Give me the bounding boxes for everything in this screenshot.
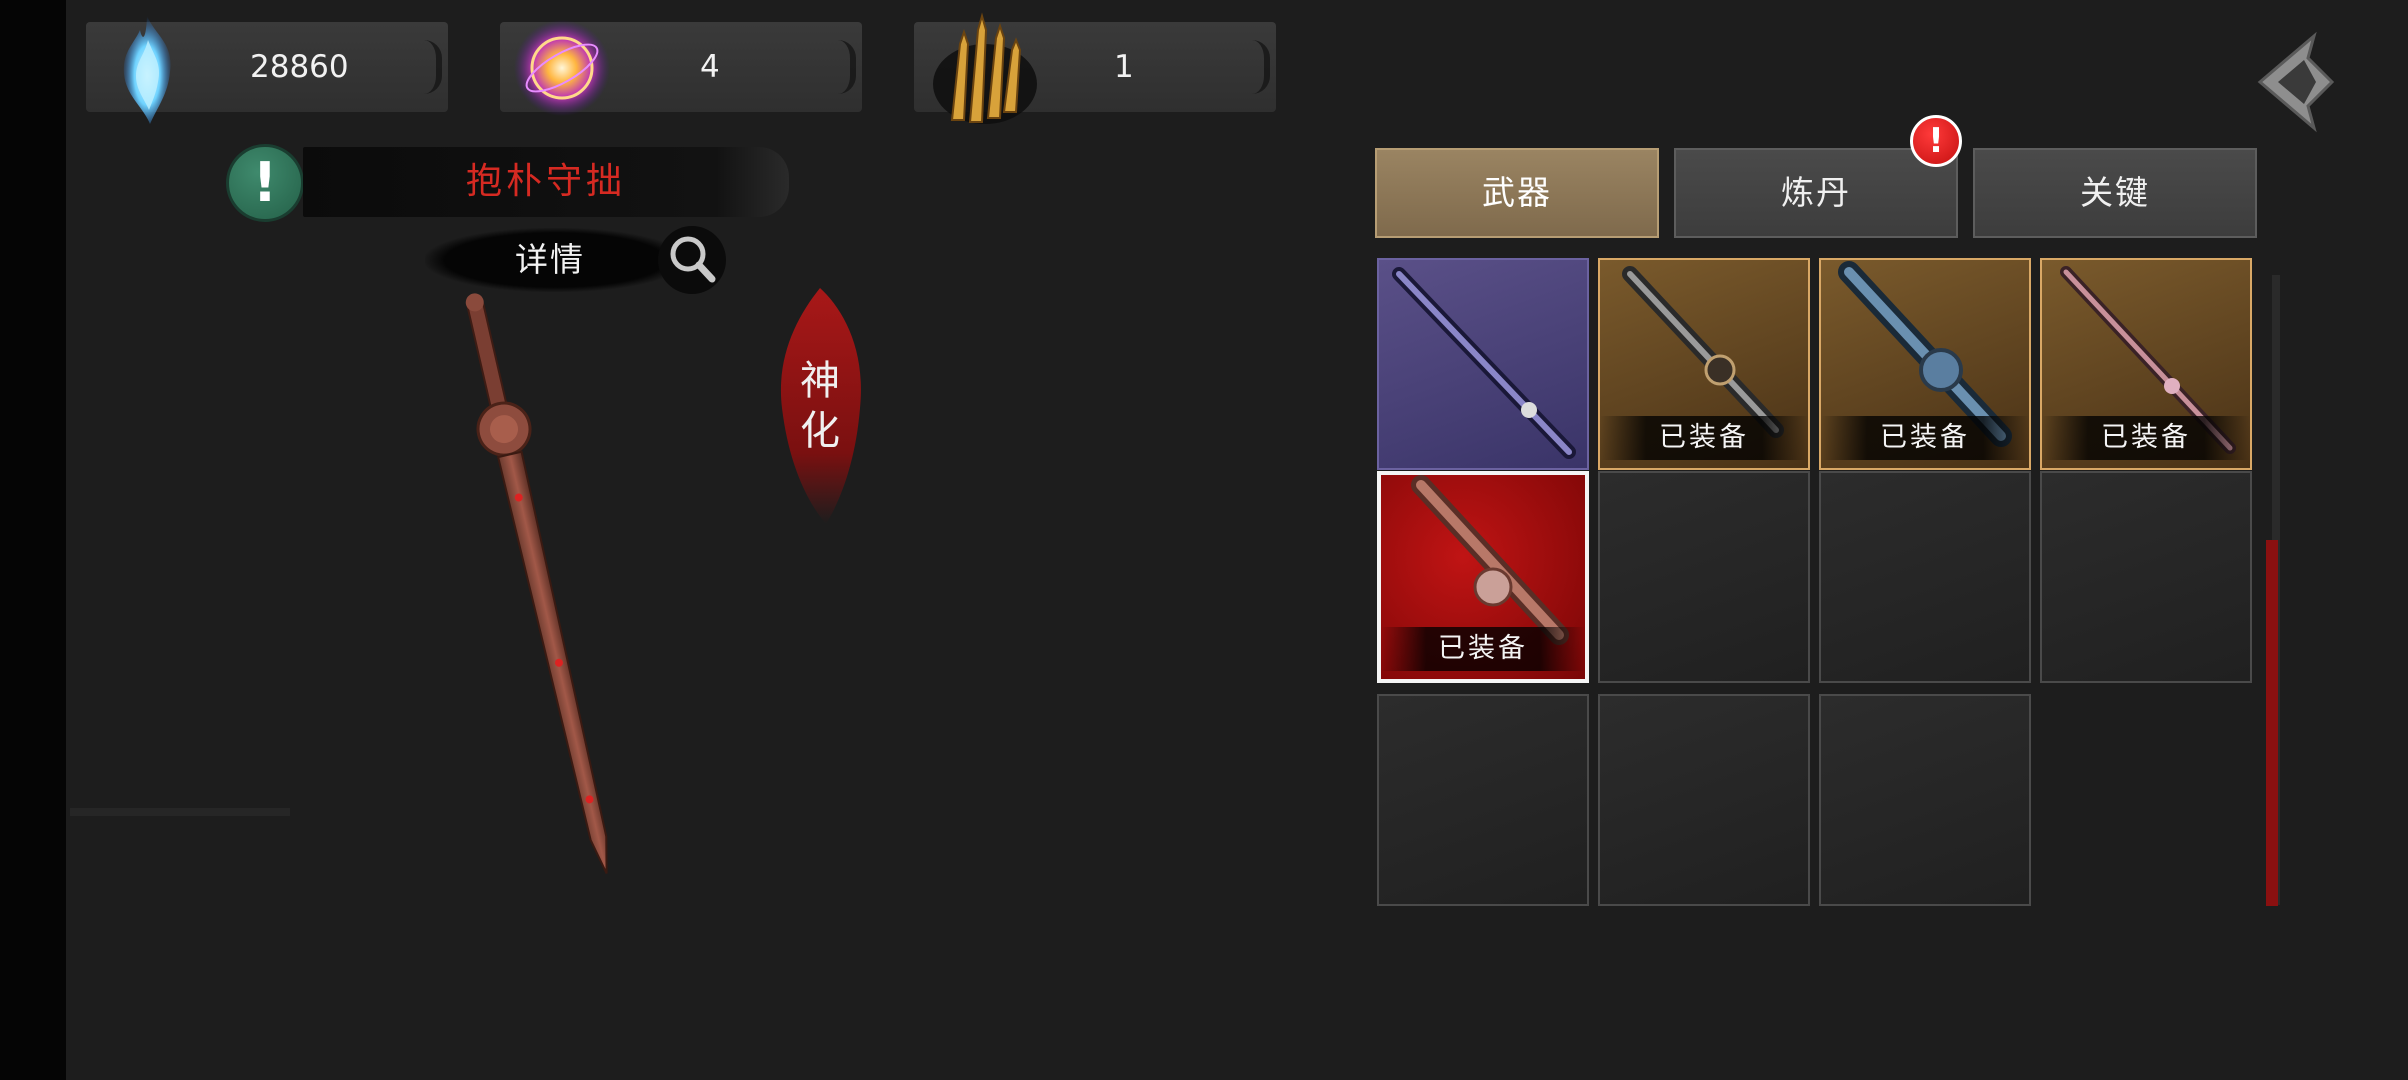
currency-bar-notch xyxy=(1252,40,1270,94)
equipped-badge: 已装备 xyxy=(1381,627,1585,671)
equipped-badge: 已装备 xyxy=(2042,416,2250,460)
inventory-slot-empty[interactable] xyxy=(2040,471,2252,683)
equipped-badge: 已装备 xyxy=(1821,416,2029,460)
inventory-slot-selected-sword[interactable]: 已装备 xyxy=(1377,471,1589,683)
golden-blades-count: 1 xyxy=(1114,49,1134,85)
weapon-name: 抱朴守拙 xyxy=(465,161,626,202)
blue-flame-icon xyxy=(123,16,171,124)
sword-illustration xyxy=(465,293,608,874)
inventory-slot-blue-staff[interactable]: 已装备 xyxy=(1819,258,2031,470)
purple-spear-icon xyxy=(1392,267,1576,459)
inventory-slot-purple-spear[interactable] xyxy=(1377,258,1589,470)
magnifier-icon[interactable] xyxy=(656,224,728,296)
tab-alchemy[interactable]: 炼丹 xyxy=(1674,148,1958,238)
left-screen-edge xyxy=(0,0,66,1080)
inventory-slot-iron-saber[interactable]: 已装备 xyxy=(1598,258,1810,470)
currency-bar-notch xyxy=(838,40,856,94)
alchemy-alert-icon: ! xyxy=(1910,115,1962,167)
inventory-slot-pink-spear[interactable]: 已装备 xyxy=(2040,258,2252,470)
inventory-scrollbar-thumb[interactable] xyxy=(2266,540,2278,906)
spirit-orb-count: 4 xyxy=(700,49,720,85)
golden-blades-icon xyxy=(933,12,1037,124)
inventory-slot-empty[interactable] xyxy=(1819,471,2031,683)
equipped-badge: 已装备 xyxy=(1600,416,1808,460)
new-item-alert-icon[interactable]: ! xyxy=(226,144,304,222)
currency-bar-notch xyxy=(424,40,442,94)
inventory-slot-empty[interactable] xyxy=(1819,694,2031,906)
inventory-slot-empty[interactable] xyxy=(1598,694,1810,906)
detail-button[interactable]: 详情 xyxy=(440,228,660,292)
tab-key-items[interactable]: 关键 xyxy=(1973,148,2257,238)
divider xyxy=(70,808,290,816)
spirit-orb-icon xyxy=(514,20,610,116)
tab-weapons[interactable]: 武器 xyxy=(1375,148,1659,238)
weapon-tier-label: 神化 xyxy=(800,358,840,454)
inventory-slot-empty[interactable] xyxy=(1598,471,1810,683)
inventory-slot-empty[interactable] xyxy=(1377,694,1589,906)
soul-flame-count: 28860 xyxy=(250,49,349,85)
back-arrow-icon[interactable] xyxy=(2252,30,2336,134)
